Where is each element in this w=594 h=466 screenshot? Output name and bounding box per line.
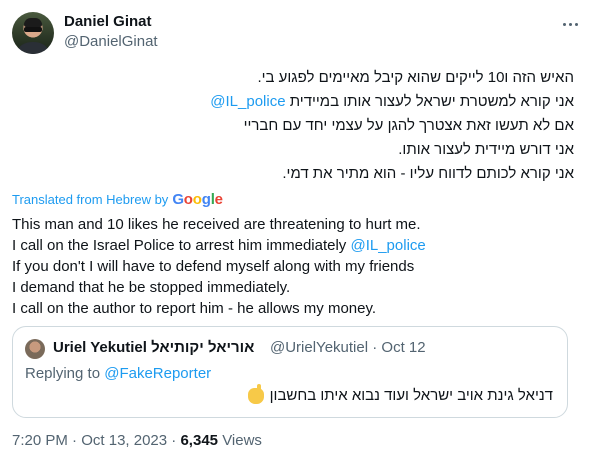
quoted-author-avatar: [25, 339, 45, 359]
tweet-time[interactable]: 7:20 PM: [12, 432, 68, 449]
author-avatar[interactable]: [12, 12, 54, 54]
hebrew-line-2-text: אני קורא למשטרת ישראל לעצור אותו במיידית: [285, 93, 574, 110]
replying-to-link[interactable]: @FakeReporter: [104, 365, 211, 382]
avatar-shirt: [18, 42, 48, 54]
hebrew-line-2: אני קורא למשטרת ישראל לעצור אותו במיידית…: [210, 92, 574, 112]
avatar-hair: [24, 18, 42, 27]
tweet-date[interactable]: Oct 13, 2023: [81, 432, 167, 449]
english-line-1: This man and 10 likes he received are th…: [12, 216, 421, 233]
english-line-5: I call on the author to report him - he …: [12, 300, 377, 317]
quoted-tweet-card[interactable]: Uriel Yekutiel אוריאל יקותיאל @UrielYeku…: [12, 326, 568, 418]
avatar-sunglasses: [24, 27, 42, 32]
english-line-2-text: I call on the Israel Police to arrest hi…: [12, 237, 351, 254]
english-line-3: If you don't I will have to defend mysel…: [12, 258, 415, 275]
hebrew-line-4: אני דורש מיידית לעצור אותו.: [398, 141, 574, 158]
quoted-text: דניאל גינת אויב ישראל ועוד נבוא איתו בחש…: [247, 383, 553, 404]
quoted-replying-to: Replying to @FakeReporter: [25, 365, 212, 382]
english-line-2: I call on the Israel Police to arrest hi…: [12, 236, 426, 256]
author-handle[interactable]: @DanielGinat: [64, 33, 158, 50]
views-label: Views: [222, 432, 262, 449]
ok-hand-icon: [247, 383, 264, 404]
quoted-author-meta: @UrielYekutiel · Oct 12: [270, 339, 426, 356]
hebrew-mention-link[interactable]: @IL_police: [210, 93, 285, 110]
tweet-footer: 7:20 PM · Oct 13, 2023 · 6,345 Views: [12, 432, 262, 449]
google-logo: Google: [172, 191, 223, 208]
translated-from-link[interactable]: Translated from Hebrew by: [12, 192, 168, 207]
author-name[interactable]: Daniel Ginat: [64, 13, 152, 30]
translation-attribution: Translated from Hebrew by Google: [12, 191, 223, 208]
english-line-4: I demand that he be stopped immediately.: [12, 279, 291, 296]
hebrew-line-1: האיש הזה ו10 לייקים שהוא קיבל מאיימים לפ…: [257, 69, 574, 86]
quoted-text-body: דניאל גינת אויב ישראל ועוד נבוא איתו בחש…: [269, 387, 553, 404]
quoted-date: Oct 12: [381, 339, 426, 356]
quoted-author-handle: @UrielYekutiel: [270, 339, 369, 356]
views-count: 6,345: [180, 432, 219, 449]
hebrew-line-3: אם לא תעשו זאת אצטרך להגן על עצמי יחד עם…: [243, 117, 574, 134]
hebrew-line-5: אני קורא לכותם לדווח עליו - הוא מתיר את …: [282, 165, 574, 182]
quoted-author-name: Uriel Yekutiel אוריאל יקותיאל: [53, 339, 255, 356]
english-mention-link[interactable]: @IL_police: [350, 237, 425, 254]
more-horizontal-icon[interactable]: [560, 14, 580, 34]
